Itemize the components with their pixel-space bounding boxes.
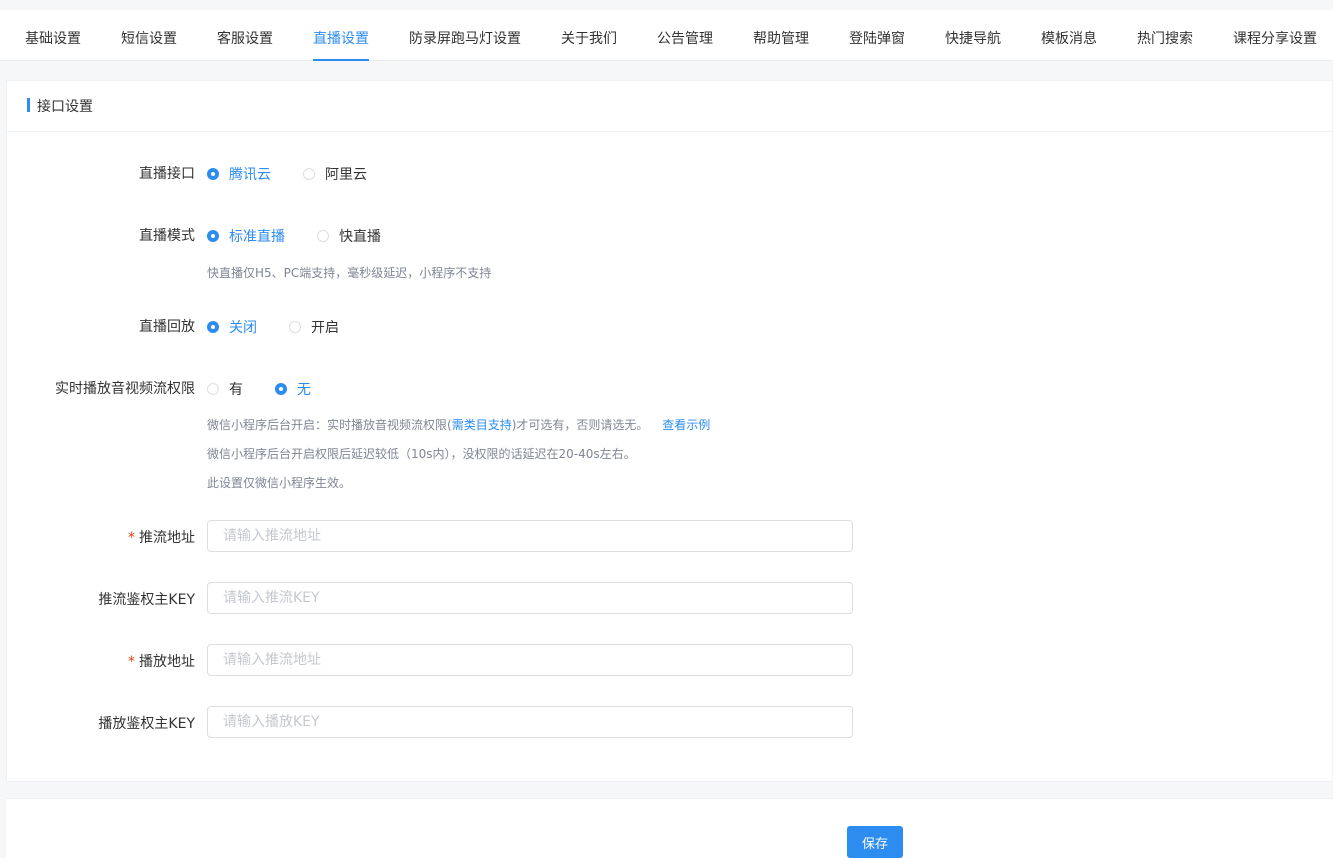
- radio-dot: [317, 230, 329, 242]
- save-button[interactable]: 保存: [847, 826, 903, 858]
- hint-text: )才可选有，否则请选无。: [511, 418, 649, 432]
- category-support-link[interactable]: 需类目支持: [452, 418, 512, 432]
- live-mode-hint: 快直播仅H5、PC端支持，毫秒级延迟，小程序不支持: [207, 266, 492, 280]
- radio-label: 关闭: [229, 320, 257, 336]
- radio-label: 腾讯云: [229, 167, 271, 183]
- radio-realtime-yes[interactable]: 有: [207, 379, 243, 399]
- tab-course-share[interactable]: 课程分享设置: [1233, 10, 1317, 60]
- label-text: 播放地址: [139, 654, 195, 670]
- tab-help[interactable]: 帮助管理: [753, 10, 809, 60]
- replay-label: 直播回放: [139, 319, 195, 335]
- radio-label: 开启: [311, 320, 339, 336]
- hint-text: 微信小程序后台开启：实时播放音视频流权限(: [207, 418, 452, 432]
- radio-dot: [207, 230, 219, 242]
- push-url-label: * 推流地址: [128, 527, 195, 547]
- tab-live[interactable]: 直播设置: [313, 10, 369, 61]
- live-api-label: 直播接口: [139, 166, 195, 182]
- interface-settings-card: 接口设置 直播接口 腾讯云 阿里云 直播模式 标准直播 快直播 快直播仅H5、P…: [6, 80, 1333, 782]
- title-accent-bar: [27, 98, 30, 112]
- radio-standard-live[interactable]: 标准直播: [207, 226, 285, 246]
- realtime-hint-2: 微信小程序后台开启权限后延迟较低（10s内），没权限的话延迟在20-40s左右。: [207, 447, 636, 461]
- radio-aliyun[interactable]: 阿里云: [303, 164, 367, 184]
- required-asterisk: *: [128, 530, 135, 546]
- tab-customer-service[interactable]: 客服设置: [217, 10, 273, 60]
- tab-quick-nav[interactable]: 快捷导航: [945, 10, 1001, 60]
- tab-about[interactable]: 关于我们: [561, 10, 617, 60]
- radio-label: 阿里云: [325, 167, 367, 183]
- radio-label: 无: [297, 382, 311, 398]
- tab-sms[interactable]: 短信设置: [121, 10, 177, 60]
- required-asterisk: *: [128, 654, 135, 670]
- radio-label: 标准直播: [229, 229, 285, 245]
- push-key-label: 推流鉴权主KEY: [98, 592, 195, 608]
- card-header: 接口设置: [7, 81, 1332, 132]
- radio-label: 有: [229, 382, 243, 398]
- tab-announcement[interactable]: 公告管理: [657, 10, 713, 60]
- realtime-permission-label: 实时播放音视频流权限: [55, 381, 195, 397]
- tab-login-popup[interactable]: 登陆弹窗: [849, 10, 905, 60]
- view-example-link[interactable]: 查看示例: [662, 418, 710, 432]
- form-footer: 保存: [6, 798, 1333, 858]
- tab-anti-record[interactable]: 防录屏跑马灯设置: [409, 10, 521, 60]
- radio-dot: [207, 168, 219, 180]
- realtime-hint-3: 此设置仅微信小程序生效。: [207, 476, 352, 490]
- radio-dot: [303, 168, 315, 180]
- radio-label: 快直播: [339, 229, 381, 245]
- radio-tencent-cloud[interactable]: 腾讯云: [207, 164, 271, 184]
- radio-dot: [207, 321, 219, 333]
- radio-dot: [207, 383, 219, 395]
- push-url-input[interactable]: [207, 520, 853, 552]
- label-text: 推流地址: [139, 530, 195, 546]
- settings-tabs: 基础设置 短信设置 客服设置 直播设置 防录屏跑马灯设置 关于我们 公告管理 帮…: [0, 10, 1333, 61]
- tab-hot-search[interactable]: 热门搜索: [1137, 10, 1193, 60]
- tab-basic[interactable]: 基础设置: [25, 10, 81, 60]
- play-key-input[interactable]: [207, 706, 853, 738]
- realtime-hint-1: 微信小程序后台开启：实时播放音视频流权限(需类目支持)才可选有，否则请选无。 查…: [207, 416, 710, 433]
- radio-realtime-no[interactable]: 无: [275, 379, 311, 399]
- radio-dot: [289, 321, 301, 333]
- tab-template-msg[interactable]: 模板消息: [1041, 10, 1097, 60]
- live-mode-label: 直播模式: [139, 228, 195, 244]
- play-url-label: * 播放地址: [128, 651, 195, 671]
- radio-fast-live[interactable]: 快直播: [317, 226, 381, 246]
- section-title: 接口设置: [37, 99, 93, 115]
- radio-replay-off[interactable]: 关闭: [207, 317, 257, 337]
- radio-replay-on[interactable]: 开启: [289, 317, 339, 337]
- push-key-input[interactable]: [207, 582, 853, 614]
- play-url-input[interactable]: [207, 644, 853, 676]
- radio-dot: [275, 383, 287, 395]
- play-key-label: 播放鉴权主KEY: [98, 716, 195, 732]
